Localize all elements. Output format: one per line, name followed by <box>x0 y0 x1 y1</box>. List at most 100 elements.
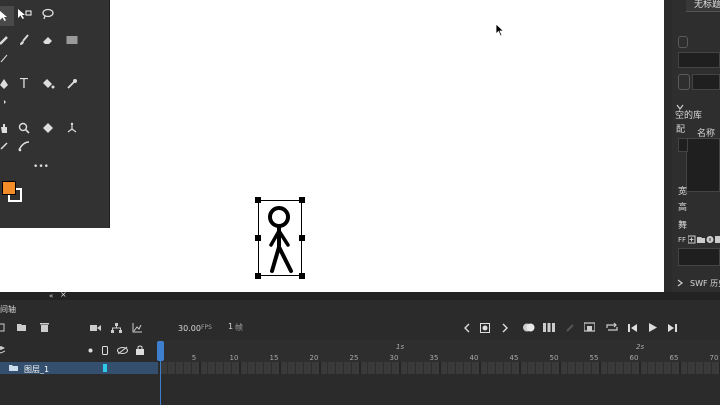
pen-icon[interactable] <box>0 74 14 94</box>
insert-keyframe-icon[interactable] <box>480 323 490 333</box>
frame-divider <box>543 362 544 374</box>
edit-multiple-frames-icon[interactable] <box>543 322 555 333</box>
fps-value[interactable]: 30.00 <box>178 324 201 333</box>
frame-divider <box>535 362 536 374</box>
outline-toggle-icon[interactable] <box>102 346 108 355</box>
frame-divider <box>487 362 488 374</box>
ruler-frame-label: 25 <box>349 354 359 362</box>
step-forward-icon[interactable] <box>667 323 677 333</box>
selection-icon[interactable] <box>0 6 14 26</box>
frame-divider <box>687 362 688 374</box>
frame-divider <box>711 362 712 374</box>
swf-history-tab[interactable]: SWF 历史 <box>690 278 720 289</box>
bone-icon[interactable] <box>62 118 82 138</box>
frame-divider <box>199 362 201 374</box>
frame-divider <box>263 362 264 374</box>
timeline-drag-strip <box>0 292 720 300</box>
lock-icon[interactable] <box>136 345 144 355</box>
ruler-frame-label: 70 <box>709 354 719 362</box>
frame-divider <box>287 362 288 374</box>
camera-icon[interactable] <box>0 136 14 156</box>
frame-divider <box>631 362 632 374</box>
highlight-dot-icon[interactable] <box>88 348 93 353</box>
current-frame-value[interactable]: 1 <box>228 322 233 331</box>
frame-divider <box>583 362 584 374</box>
frame-divider <box>183 362 184 374</box>
tools-panel: T ••• <box>0 0 110 228</box>
close-panel-icon[interactable]: × <box>60 290 67 300</box>
show-hide-eye-icon[interactable] <box>117 346 128 355</box>
onion-skin-icon[interactable] <box>522 322 535 333</box>
frame-divider <box>607 362 608 374</box>
layer-color-marker[interactable] <box>103 364 107 372</box>
text-icon[interactable]: T <box>14 74 34 94</box>
width-icon[interactable] <box>14 136 34 156</box>
frame-divider <box>495 362 496 374</box>
loop-icon[interactable] <box>606 322 618 333</box>
step-back-icon[interactable] <box>628 323 638 333</box>
transform-handle[interactable] <box>255 235 261 241</box>
new-layer-icon[interactable] <box>0 323 6 332</box>
center-frame-icon[interactable] <box>584 322 595 332</box>
delete-layer-icon[interactable] <box>40 322 49 332</box>
panel-checkbox[interactable] <box>678 36 688 48</box>
frame-divider <box>431 362 432 374</box>
frame-divider <box>375 362 376 374</box>
eyedropper-icon[interactable] <box>62 74 82 94</box>
frame-divider <box>295 362 296 374</box>
ruler-frame-label: 40 <box>469 354 479 362</box>
height-label: 高 <box>678 203 688 213</box>
frame-divider <box>303 362 304 374</box>
document-tab[interactable]: 无标题 <box>686 0 720 12</box>
subselection-icon[interactable] <box>14 4 34 24</box>
panel-field-2[interactable] <box>692 74 720 90</box>
transform-handle[interactable] <box>299 197 305 203</box>
search-field[interactable] <box>678 248 720 266</box>
transform-handle[interactable] <box>299 273 305 279</box>
library-tab[interactable]: 空的库 <box>675 108 702 121</box>
frame-divider <box>479 362 481 374</box>
library-list[interactable] <box>686 138 720 192</box>
layer-depth-icon[interactable] <box>111 323 122 333</box>
zoom-icon[interactable] <box>14 118 34 138</box>
fill-color-swatch[interactable] <box>2 181 16 195</box>
new-folder-icon[interactable] <box>17 323 27 332</box>
library-action-icons[interactable] <box>688 235 720 244</box>
expand-chevron-icon[interactable] <box>676 279 684 287</box>
brush-icon[interactable] <box>14 30 34 50</box>
graph-editor-icon[interactable] <box>132 323 142 333</box>
library-dropdown[interactable] <box>678 138 688 152</box>
frame-divider <box>271 362 272 374</box>
transform-handle[interactable] <box>255 273 261 279</box>
line-icon[interactable] <box>0 48 14 68</box>
frame-divider <box>407 362 408 374</box>
lasso-icon[interactable] <box>38 4 58 24</box>
frame-divider <box>511 362 512 374</box>
config-label: 配 <box>676 125 686 135</box>
play-icon[interactable] <box>648 322 658 333</box>
stick-figure[interactable] <box>262 203 298 275</box>
previous-keyframe-icon[interactable] <box>463 323 470 333</box>
frame-divider <box>327 362 328 374</box>
camera-layer-icon[interactable] <box>90 324 101 332</box>
panel-option-button[interactable] <box>678 74 690 90</box>
next-keyframe-icon[interactable] <box>502 323 509 333</box>
panel-field[interactable] <box>678 52 720 68</box>
frame-divider <box>319 362 321 374</box>
timeline-title[interactable]: 时间轴 <box>0 304 16 315</box>
rectangle-icon[interactable] <box>62 30 82 50</box>
playhead-handle[interactable] <box>157 341 164 361</box>
more-tools-button[interactable]: ••• <box>30 157 52 177</box>
timeline-empty-area[interactable] <box>0 374 720 405</box>
width-label: 宽 <box>678 187 688 197</box>
ruler-frame-label: 35 <box>429 354 439 362</box>
transform-handle[interactable] <box>255 197 261 203</box>
frame-divider <box>647 362 648 374</box>
frame-divider <box>391 362 392 374</box>
pencil-icon[interactable] <box>0 30 14 50</box>
hand-icon[interactable] <box>0 118 14 138</box>
paint-bucket-icon[interactable] <box>38 74 58 94</box>
transform-handle[interactable] <box>299 235 305 241</box>
asset-warp-icon[interactable] <box>38 118 58 138</box>
eraser-icon[interactable] <box>38 30 58 50</box>
